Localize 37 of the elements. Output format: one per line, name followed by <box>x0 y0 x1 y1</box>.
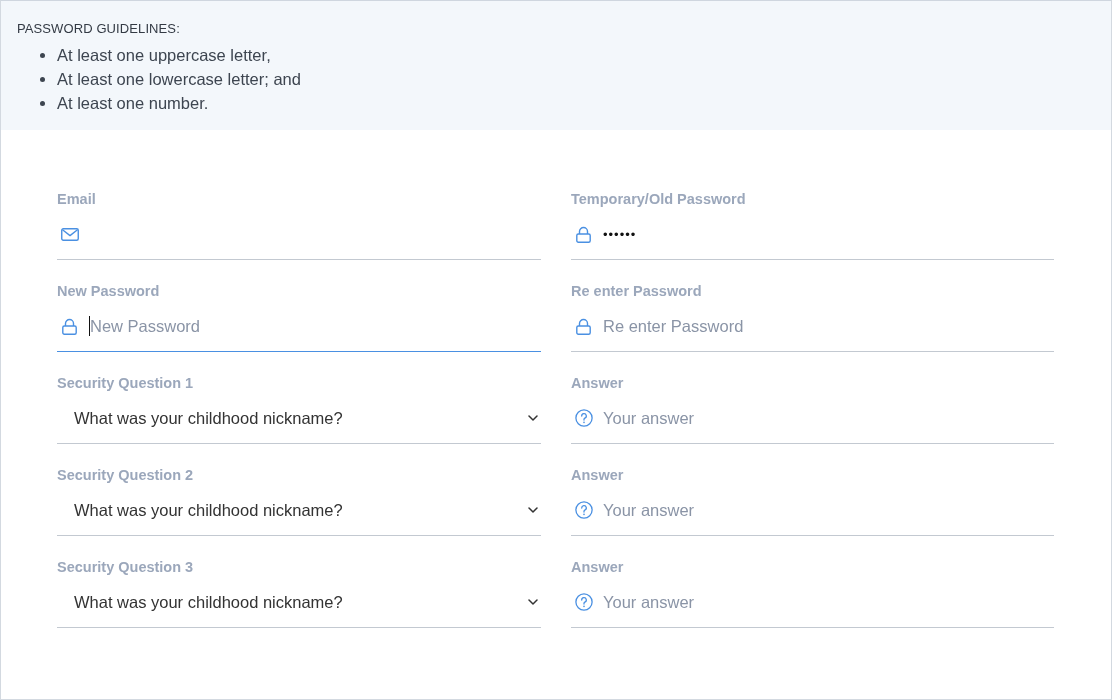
field-label: Security Question 3 <box>57 558 194 576</box>
lock-icon <box>576 317 591 335</box>
question-icon <box>575 409 593 427</box>
question-select[interactable]: What was your childhood nickname? <box>57 400 541 444</box>
field-label: Security Question 2 <box>57 466 194 484</box>
field-label: Temporary/Old Password <box>571 190 746 208</box>
question-icon <box>575 501 593 519</box>
text-cursor-icon <box>89 316 90 336</box>
bullet-icon <box>40 52 45 58</box>
guideline-text: At least one number. <box>57 93 209 113</box>
answer-field[interactable]: Your answer <box>571 492 1054 536</box>
lock-icon <box>576 225 591 243</box>
question-select[interactable]: What was your childhood nickname? <box>57 584 541 628</box>
question-select[interactable]: What was your childhood nickname? <box>57 492 541 536</box>
field-label: Answer <box>571 374 624 392</box>
field-label: Re enter Password <box>571 282 702 300</box>
answer-field[interactable]: Your answer <box>571 584 1054 628</box>
guidelines-title: PASSWORD GUIDELINES: <box>17 21 180 37</box>
field-label: Security Question 1 <box>57 374 194 392</box>
field-label: New Password <box>57 282 160 300</box>
answer-field[interactable]: Your answer <box>571 400 1054 444</box>
chevron-down-icon <box>528 599 538 605</box>
bullet-icon <box>40 100 45 106</box>
password-field[interactable]: New Password <box>57 308 541 352</box>
password-field[interactable]: Re enter Password <box>571 308 1054 352</box>
password-field[interactable]: •••••• <box>571 216 1054 260</box>
field-label: Email <box>57 190 96 208</box>
guideline-text: At least one lowercase letter; and <box>57 69 301 89</box>
field-label: Answer <box>571 466 624 484</box>
bullet-icon <box>40 76 45 82</box>
lock-icon <box>62 317 77 335</box>
field-label: Answer <box>571 558 624 576</box>
guideline-text: At least one uppercase letter, <box>57 45 271 65</box>
envelope-icon <box>61 227 79 241</box>
chevron-down-icon <box>528 507 538 513</box>
chevron-down-icon <box>528 415 538 421</box>
question-icon <box>575 593 593 611</box>
